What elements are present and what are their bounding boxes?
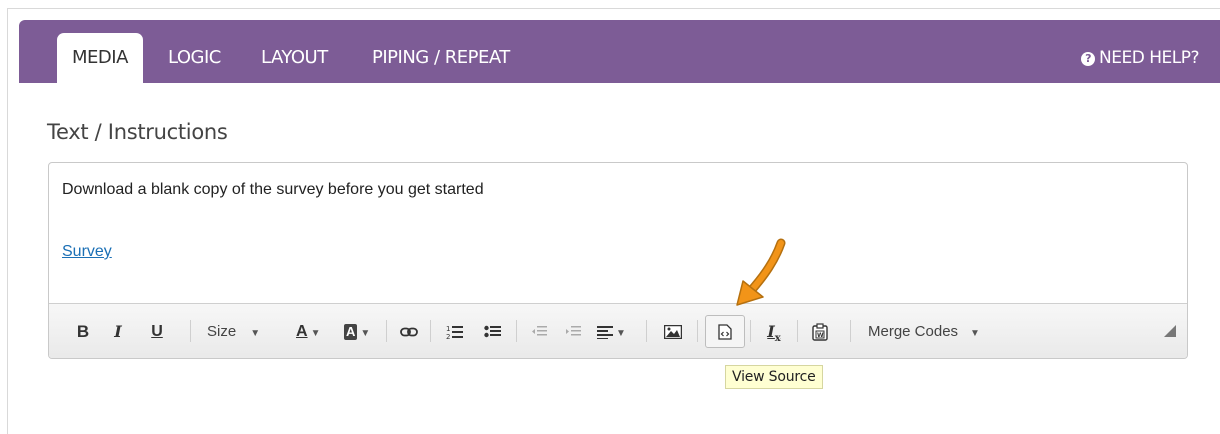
- need-help-link[interactable]: ? NEED HELP?: [1081, 33, 1199, 83]
- paste-from-word-button[interactable]: W: [809, 304, 831, 358]
- tab-logic[interactable]: LOGIC: [168, 33, 221, 83]
- bold-icon: B: [76, 322, 90, 341]
- survey-link[interactable]: Survey: [62, 243, 112, 261]
- toolbar-separator: [850, 320, 851, 342]
- remove-format-button[interactable]: Ix: [763, 304, 785, 358]
- need-help-label: NEED HELP?: [1099, 48, 1199, 68]
- outdent-button[interactable]: [529, 304, 549, 358]
- annotation-arrow-icon: [736, 238, 786, 306]
- toolbar-separator: [797, 320, 798, 342]
- underline-button[interactable]: U: [149, 304, 165, 358]
- toolbar-separator: [386, 320, 387, 342]
- chevron-down-icon: ▼: [970, 328, 980, 339]
- background-color-button[interactable]: A ▼: [344, 304, 378, 358]
- outdent-icon: [532, 325, 547, 336]
- svg-text:W: W: [817, 332, 824, 339]
- merge-codes-dropdown[interactable]: Merge Codes ▼: [868, 304, 998, 358]
- numbered-list-icon: 12: [446, 325, 463, 341]
- align-icon: [597, 325, 613, 340]
- link-button[interactable]: [398, 304, 420, 358]
- paste-from-word-icon: W: [812, 323, 828, 341]
- toolbar-separator: [750, 320, 751, 342]
- question-circle-icon: ?: [1081, 52, 1096, 66]
- underline-icon: U: [151, 323, 163, 340]
- chevron-down-icon: ▼: [250, 328, 261, 339]
- chevron-down-icon: ▼: [310, 328, 321, 339]
- italic-button[interactable]: I: [111, 304, 125, 358]
- view-source-button[interactable]: [705, 315, 745, 348]
- toolbar-separator: [430, 320, 431, 342]
- tab-piping-repeat[interactable]: PIPING / REPEAT: [372, 33, 510, 83]
- bold-button[interactable]: B: [75, 304, 91, 358]
- text-color-button[interactable]: A ▼: [296, 304, 328, 358]
- size-dropdown[interactable]: Size ▼: [207, 304, 269, 358]
- chevron-down-icon: ▼: [360, 328, 371, 339]
- rich-text-editor: Download a blank copy of the survey befo…: [48, 162, 1188, 359]
- remove-format-icon: Ix: [767, 322, 781, 345]
- svg-text:1: 1: [446, 325, 450, 333]
- resize-handle-icon[interactable]: [1163, 324, 1177, 338]
- view-source-icon: [718, 324, 732, 340]
- bulleted-list-icon: [484, 325, 501, 337]
- numbered-list-button[interactable]: 12: [444, 304, 466, 358]
- image-icon: [663, 324, 683, 340]
- section-title: Text / Instructions: [47, 120, 228, 144]
- chevron-down-icon: ▼: [616, 328, 626, 339]
- link-icon: [400, 327, 418, 337]
- merge-codes-label: Merge Codes: [868, 323, 959, 340]
- text-color-icon: A: [296, 323, 308, 340]
- bulleted-list-button[interactable]: [482, 304, 504, 358]
- size-label: Size: [207, 323, 237, 340]
- indent-icon: [566, 325, 581, 336]
- toolbar-separator: [697, 320, 698, 342]
- svg-text:2: 2: [446, 333, 450, 340]
- background-color-icon: A: [344, 324, 358, 340]
- image-button[interactable]: [662, 304, 684, 358]
- align-dropdown[interactable]: ▼: [597, 304, 635, 358]
- toolbar-separator: [516, 320, 517, 342]
- italic-icon: I: [114, 322, 122, 341]
- tab-bar: MEDIA LOGIC LAYOUT PIPING / REPEAT ? NEED…: [19, 20, 1220, 83]
- tab-media[interactable]: MEDIA: [57, 33, 143, 83]
- view-source-tooltip: View Source: [725, 365, 823, 389]
- tab-layout[interactable]: LAYOUT: [261, 33, 328, 83]
- toolbar-separator: [646, 320, 647, 342]
- editor-body-text[interactable]: Download a blank copy of the survey befo…: [62, 181, 484, 199]
- toolbar-separator: [190, 320, 191, 342]
- indent-button[interactable]: [563, 304, 583, 358]
- editor-toolbar: B I U Size ▼ A ▼ A ▼ 12 ▼ Ix W Merge Cod…: [49, 303, 1187, 358]
